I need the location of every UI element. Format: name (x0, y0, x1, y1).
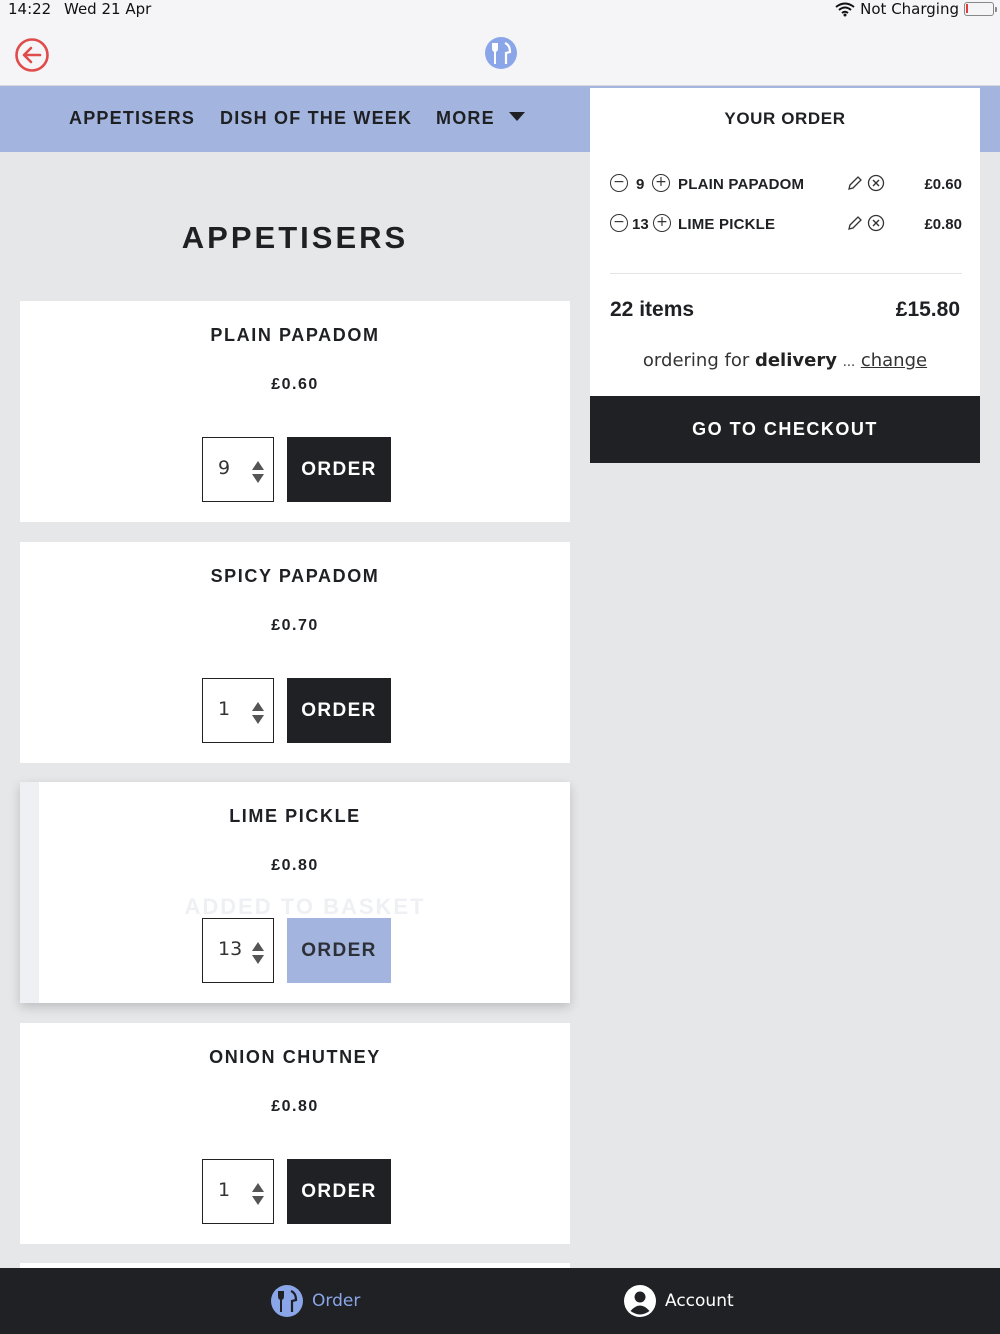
order-line-name: LIME PICKLE (678, 216, 776, 233)
product-card: PLAIN PAPADOM £0.60 9 ORDER (20, 301, 570, 522)
order-total: £15.80 (895, 298, 960, 321)
product-card: ONION CHUTNEY £0.80 1 ORDER (20, 1023, 570, 1244)
order-items-count: 22 items (610, 298, 695, 321)
order-mode-value: delivery (754, 350, 837, 371)
product-card: LIME PICKLE £0.80 ADDED TO BASKET 13 ORD… (20, 782, 570, 1003)
order-mode-separator: ... (842, 355, 856, 370)
wifi-icon (835, 2, 855, 16)
status-date: Wed 21 Apr (64, 0, 152, 18)
product-name: ONION CHUTNEY (209, 1047, 381, 1067)
order-line-qty: 13 (632, 216, 649, 233)
battery-icon (964, 2, 997, 16)
order-button[interactable]: ORDER (287, 437, 391, 502)
nav-appetisers[interactable]: APPETISERS (69, 108, 195, 129)
spinner-arrows-icon[interactable] (251, 700, 265, 726)
change-mode-link[interactable]: change (861, 350, 927, 371)
nav-dish-of-the-week[interactable]: DISH OF THE WEEK (220, 108, 412, 129)
quantity-value: 9 (218, 457, 231, 479)
quantity-stepper[interactable]: 1 (202, 1159, 274, 1224)
status-right: Not Charging (835, 0, 997, 18)
spinner-arrows-icon[interactable] (251, 940, 265, 966)
product-price: £0.80 (271, 857, 319, 874)
tab-bar: Order Account (0, 1268, 1000, 1334)
order-mode: ordering for delivery ... change (590, 350, 980, 371)
checkout-button[interactable]: GO TO CHECKOUT (590, 396, 980, 463)
product-name: LIME PICKLE (229, 806, 361, 826)
nav-more-label: MORE (436, 108, 495, 128)
remove-circle-icon[interactable] (867, 174, 885, 192)
order-panel-title: YOUR ORDER (724, 109, 846, 128)
spinner-arrows-icon[interactable] (251, 1181, 265, 1207)
remove-circle-icon[interactable] (867, 214, 885, 232)
product-card: SPICY PAPADOM £0.70 1 ORDER (20, 542, 570, 763)
edit-pencil-icon[interactable] (846, 214, 864, 232)
order-line: − 9 + PLAIN PAPADOM £0.60 (610, 174, 962, 198)
added-to-basket-message: ADDED TO BASKET (184, 894, 426, 919)
decrease-icon[interactable]: − (610, 174, 628, 192)
top-bar (0, 22, 1000, 86)
section-title: APPETISERS (181, 220, 409, 255)
nav-more[interactable]: MORE (436, 108, 525, 129)
charging-status: Not Charging (860, 0, 959, 18)
order-line-price: £0.80 (924, 216, 962, 233)
order-line-name: PLAIN PAPADOM (678, 176, 805, 193)
quantity-value: 1 (218, 698, 231, 720)
decrease-icon[interactable]: − (610, 214, 628, 232)
tab-order-label: Order (312, 1291, 361, 1311)
caret-down-icon (508, 112, 525, 121)
quantity-stepper[interactable]: 9 (202, 437, 274, 502)
restaurant-logo-icon (271, 1285, 303, 1317)
product-price: £0.70 (271, 617, 319, 634)
nav-strip (980, 86, 1000, 152)
tab-order[interactable]: Order (270, 1268, 360, 1334)
increase-icon[interactable]: + (653, 214, 671, 232)
increase-icon[interactable]: + (652, 174, 670, 192)
back-arrow-circle-icon[interactable] (14, 37, 50, 73)
product-name: SPICY PAPADOM (210, 566, 380, 586)
status-time: 14:22 (8, 0, 52, 18)
quantity-stepper[interactable]: 13 (202, 918, 274, 983)
tab-account[interactable]: Account (623, 1268, 734, 1334)
edit-pencil-icon[interactable] (846, 174, 864, 192)
spinner-arrows-icon[interactable] (251, 459, 265, 485)
tab-account-label: Account (665, 1291, 734, 1311)
order-button[interactable]: ORDER (287, 918, 391, 983)
product-price: £0.60 (271, 376, 319, 393)
order-mode-prefix: ordering for (642, 350, 750, 371)
quantity-value: 1 (218, 1179, 231, 1201)
order-line-qty: 9 (636, 176, 645, 193)
product-name: PLAIN PAPADOM (210, 325, 380, 345)
divider (610, 273, 962, 274)
order-panel: YOUR ORDER − 9 + PLAIN PAPADOM £0.60 − 1… (590, 88, 980, 396)
order-button[interactable]: ORDER (287, 1159, 391, 1224)
status-bar: 14:22 Wed 21 Apr Not Charging (0, 0, 1000, 22)
order-line: − 13 + LIME PICKLE £0.80 (610, 214, 962, 238)
quantity-stepper[interactable]: 1 (202, 678, 274, 743)
order-line-price: £0.60 (924, 176, 962, 193)
order-button[interactable]: ORDER (287, 678, 391, 743)
quantity-value: 13 (218, 938, 243, 960)
account-icon (624, 1285, 656, 1317)
restaurant-logo-icon (485, 37, 517, 69)
product-price: £0.80 (271, 1098, 319, 1115)
